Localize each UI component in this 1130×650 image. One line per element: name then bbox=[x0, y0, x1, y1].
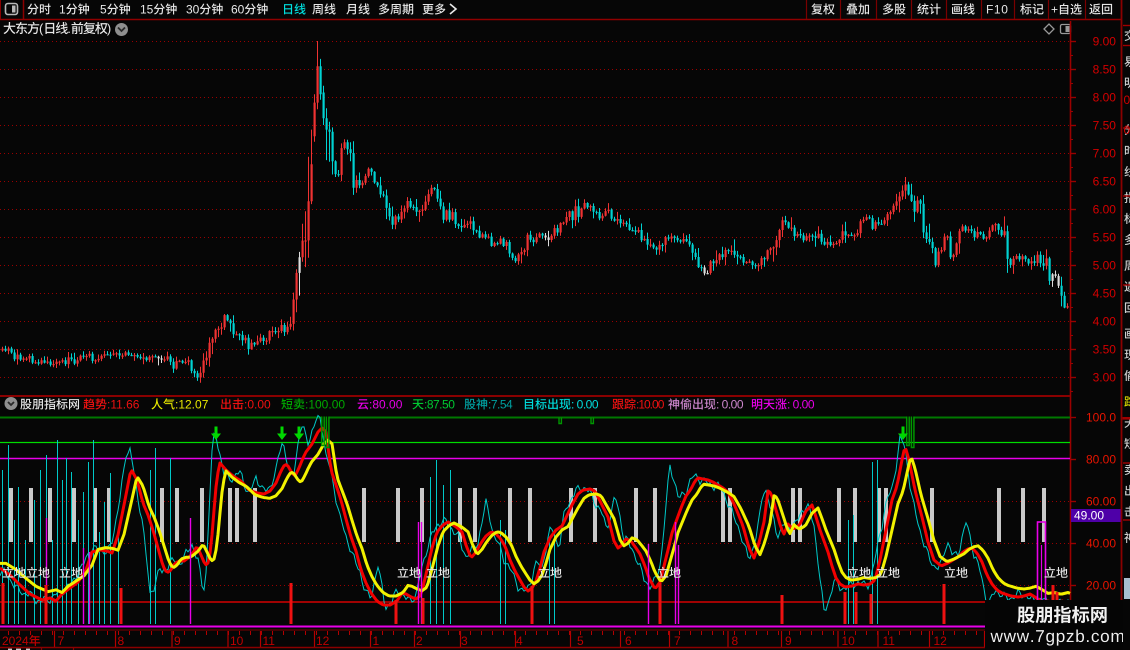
svg-text:9.00: 9.00 bbox=[1093, 35, 1117, 49]
svg-text:5: 5 bbox=[577, 634, 584, 648]
svg-text:40.00: 40.00 bbox=[1086, 537, 1116, 551]
svg-text::12.07: :12.07 bbox=[175, 398, 209, 412]
svg-text:4.00: 4.00 bbox=[1093, 315, 1117, 329]
svg-text:4: 4 bbox=[516, 634, 523, 648]
svg-text::11.66: :11.66 bbox=[107, 398, 140, 412]
svg-text:: 0.00: : 0.00 bbox=[716, 398, 744, 412]
svg-text:10: 10 bbox=[230, 634, 244, 648]
svg-text:1: 1 bbox=[373, 634, 380, 648]
svg-text:0.0: 0.0 bbox=[1124, 93, 1130, 107]
svg-text::10.00: :10.00 bbox=[636, 398, 665, 412]
svg-text:6.00: 6.00 bbox=[1093, 203, 1117, 217]
svg-text:F10: F10 bbox=[986, 3, 1008, 17]
svg-text:7: 7 bbox=[58, 634, 65, 648]
svg-text:2: 2 bbox=[416, 634, 423, 648]
svg-text:49.00: 49.00 bbox=[1074, 509, 1104, 523]
svg-text:3.50: 3.50 bbox=[1093, 343, 1117, 357]
svg-text::7.54: :7.54 bbox=[488, 398, 513, 412]
svg-text:: 0.00: : 0.00 bbox=[571, 398, 599, 412]
svg-text::80.00: :80.00 bbox=[369, 398, 403, 412]
svg-text:+: + bbox=[1051, 3, 1058, 17]
svg-text:: 0.00: : 0.00 bbox=[787, 398, 815, 412]
svg-text:9: 9 bbox=[785, 634, 792, 648]
svg-text:11: 11 bbox=[883, 634, 896, 648]
svg-text:7.00: 7.00 bbox=[1093, 147, 1117, 161]
svg-text:12: 12 bbox=[316, 634, 330, 648]
svg-text:9: 9 bbox=[174, 634, 181, 648]
svg-text:7: 7 bbox=[674, 634, 681, 648]
svg-text:6.50: 6.50 bbox=[1093, 175, 1117, 189]
svg-text:6: 6 bbox=[625, 634, 632, 648]
svg-text:): ) bbox=[107, 21, 111, 36]
svg-text:10: 10 bbox=[842, 634, 856, 648]
svg-text:15: 15 bbox=[140, 3, 154, 17]
svg-text:5: 5 bbox=[100, 3, 107, 17]
svg-text:5.00: 5.00 bbox=[1093, 259, 1117, 273]
svg-text:11: 11 bbox=[263, 634, 276, 648]
svg-text:8.50: 8.50 bbox=[1093, 63, 1117, 77]
svg-text:1: 1 bbox=[59, 3, 66, 17]
svg-text:3: 3 bbox=[461, 634, 468, 648]
svg-text:.: . bbox=[67, 21, 71, 36]
svg-text:20.00: 20.00 bbox=[1086, 579, 1116, 593]
svg-text:60: 60 bbox=[231, 3, 245, 17]
svg-text:3.00: 3.00 bbox=[1093, 371, 1117, 385]
svg-text::87.50: :87.50 bbox=[424, 398, 455, 412]
svg-text:30: 30 bbox=[186, 3, 200, 17]
svg-text:0.0: 0.0 bbox=[1124, 123, 1130, 137]
svg-text:2024: 2024 bbox=[2, 634, 29, 648]
svg-text:(: ( bbox=[39, 21, 44, 36]
svg-text:4.50: 4.50 bbox=[1093, 287, 1117, 301]
svg-text:12: 12 bbox=[934, 634, 948, 648]
svg-text::0.00: :0.00 bbox=[244, 398, 271, 412]
svg-text:60.00: 60.00 bbox=[1086, 495, 1116, 509]
svg-text:80.00: 80.00 bbox=[1086, 453, 1116, 467]
svg-text:8: 8 bbox=[118, 634, 125, 648]
svg-text:100.0: 100.0 bbox=[1086, 411, 1116, 425]
svg-text:7.50: 7.50 bbox=[1093, 119, 1117, 133]
svg-text:5.50: 5.50 bbox=[1093, 231, 1117, 245]
svg-text:8.00: 8.00 bbox=[1093, 91, 1117, 105]
svg-text:8: 8 bbox=[732, 634, 739, 648]
svg-text::100.00: :100.00 bbox=[305, 398, 345, 412]
